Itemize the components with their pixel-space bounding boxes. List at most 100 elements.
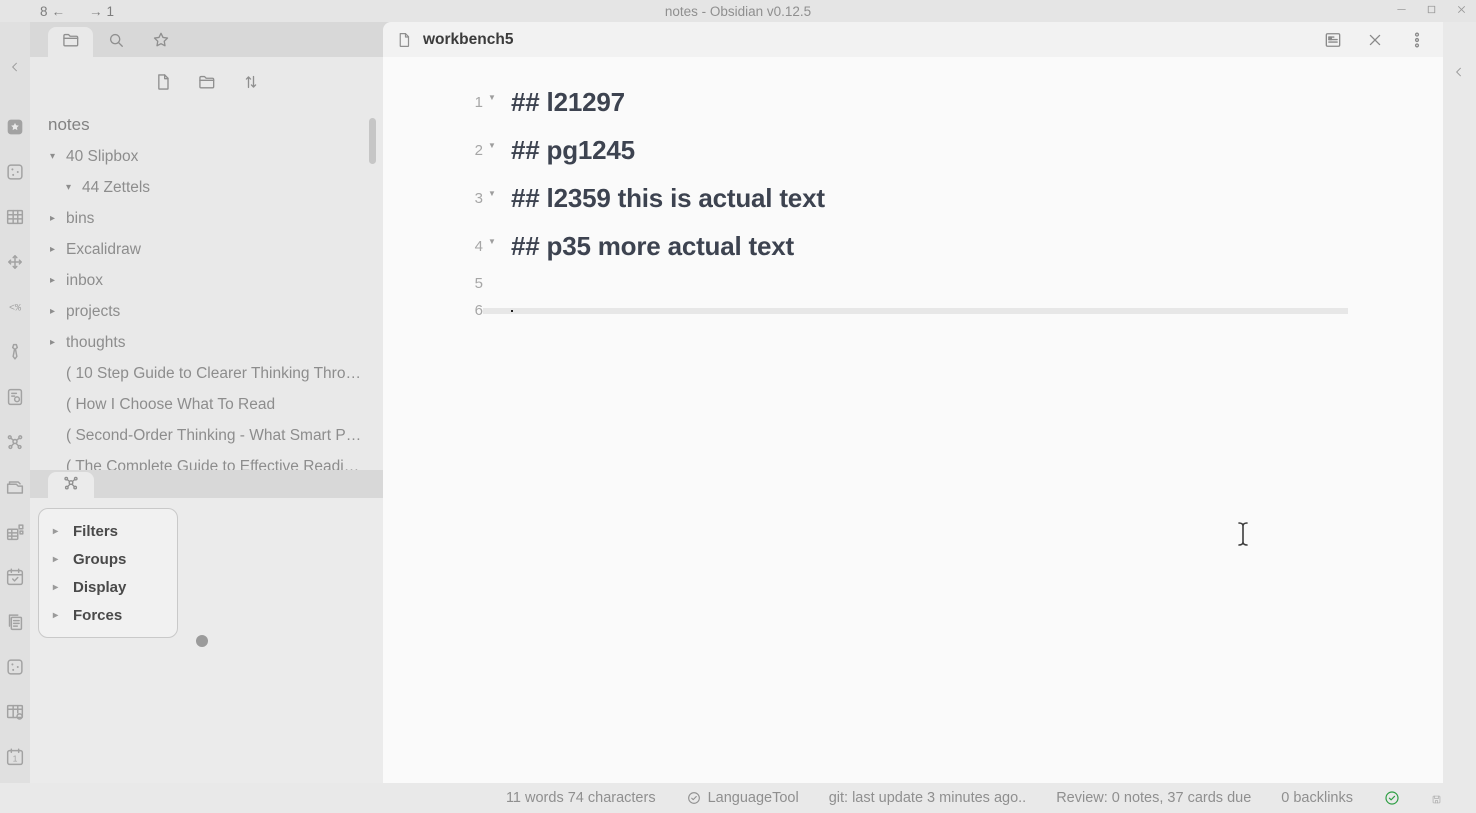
fold-caret-icon[interactable]: ▼ <box>483 237 499 246</box>
line-number: 6 <box>383 302 483 319</box>
tree-item-label: inbox <box>66 272 103 290</box>
graph-section-groups[interactable]: ▸Groups <box>39 545 177 573</box>
pin-tie-icon[interactable] <box>4 341 26 363</box>
editor-content[interactable]: 1▼## l212972▼## pg12453▼## l2359 this is… <box>383 57 1443 783</box>
move-pane-icon[interactable] <box>4 251 26 273</box>
obsidian-window: 8 ← → 1 notes - Obsidian v0.12.5 <%1 not… <box>0 0 1476 813</box>
blocks-grid-icon[interactable] <box>4 521 26 543</box>
caret-right-icon[interactable]: ▸ <box>50 244 66 255</box>
fold-caret-icon[interactable]: ▼ <box>483 141 499 150</box>
duplicate-note-icon[interactable] <box>4 611 26 633</box>
editor-line-1[interactable]: 1▼## l21297 <box>383 78 1443 126</box>
folder-tree-item[interactable]: ▸bins <box>30 203 383 234</box>
chevron-left-icon <box>8 61 22 78</box>
git-status[interactable]: git: last update 3 minutes ago.. <box>829 790 1027 806</box>
file-tree: ▾40 Slipbox▾44 Zettels▸bins▸Excalidraw▸i… <box>30 141 383 470</box>
tab-starred[interactable] <box>138 27 183 57</box>
caret-right-icon[interactable]: ▸ <box>50 337 66 348</box>
table-icon[interactable] <box>4 206 26 228</box>
backlinks-count[interactable]: 0 backlinks <box>1281 790 1353 806</box>
line-text: ## p35 more actual text <box>499 231 794 262</box>
reading-view-button[interactable] <box>1323 30 1343 50</box>
new-note-button[interactable] <box>153 72 173 92</box>
graph-section-forces[interactable]: ▸Forces <box>39 601 177 629</box>
review-status[interactable]: Review: 0 notes, 37 cards due <box>1056 790 1251 806</box>
editor-line-4[interactable]: 4▼## p35 more actual text <box>383 222 1443 270</box>
graph-controls-card: ▸Filters▸Groups▸Display▸Forces <box>38 508 178 638</box>
caret-right-icon[interactable]: ▸ <box>50 306 66 317</box>
collapse-left-sidebar-button[interactable] <box>8 60 22 74</box>
file-tree-item[interactable]: ( Second-Order Thinking - What Smart Pe… <box>30 420 383 451</box>
templater-icon[interactable]: <% <box>4 296 26 318</box>
random-note-icon[interactable] <box>4 161 26 183</box>
sync-ok-check-icon[interactable] <box>1383 789 1401 807</box>
editor-line-6[interactable]: 6 <box>383 297 1443 324</box>
caret-right-icon[interactable]: ▸ <box>50 213 66 224</box>
maximize-button[interactable] <box>1424 4 1438 18</box>
tab-file-explorer[interactable] <box>48 27 93 57</box>
close-button[interactable] <box>1454 4 1468 18</box>
file-tree-item[interactable]: ( 10 Step Guide to Clearer Thinking Thro… <box>30 358 383 389</box>
line-body[interactable] <box>483 308 1348 314</box>
save-icon[interactable] <box>1431 793 1442 804</box>
new-file-icon <box>153 79 173 96</box>
editor-pane: workbench5 1▼## l212972▼## pg12453▼## l2… <box>383 22 1443 783</box>
folder-tree-item[interactable]: ▸thoughts <box>30 327 383 358</box>
note-title: workbench5 <box>423 31 513 49</box>
line-body[interactable]: ▼## l2359 this is actual text <box>483 183 1348 214</box>
editor-line-3[interactable]: 3▼## l2359 this is actual text <box>383 174 1443 222</box>
folder-tree-item[interactable]: ▸Excalidraw <box>30 234 383 265</box>
tab-graph-view[interactable] <box>48 472 94 498</box>
status-bar: 11 words 74 characters LanguageTool git:… <box>0 783 1476 813</box>
file-tree-item[interactable]: ( How I Choose What To Read <box>30 389 383 420</box>
caret-right-icon[interactable]: ▸ <box>50 275 66 286</box>
languagetool-status[interactable]: LanguageTool <box>686 790 799 806</box>
graph-node[interactable] <box>196 635 208 647</box>
graph-view-icon[interactable] <box>4 431 26 453</box>
editor-line-2[interactable]: 2▼## pg1245 <box>383 126 1443 174</box>
close-pane-button[interactable] <box>1365 30 1385 50</box>
card-stack-icon[interactable] <box>4 476 26 498</box>
expand-right-sidebar-button[interactable] <box>1452 65 1466 79</box>
line-body[interactable]: ▼## l21297 <box>483 87 1348 118</box>
graph-section-filters[interactable]: ▸Filters <box>39 517 177 545</box>
folder-tree-item[interactable]: ▸inbox <box>30 265 383 296</box>
graph-canvas[interactable]: ▸Filters▸Groups▸Display▸Forces <box>30 498 383 783</box>
editor-pane-header: workbench5 <box>383 22 1443 57</box>
new-folder-button[interactable] <box>197 72 217 92</box>
right-sidebar-collapsed <box>1443 22 1476 783</box>
check-circle-icon <box>686 790 702 806</box>
graph-section-display[interactable]: ▸Display <box>39 573 177 601</box>
tab-search[interactable] <box>93 27 138 57</box>
chevron-left-icon <box>1452 66 1466 83</box>
text-caret <box>511 310 513 312</box>
explorer-scrollbar-thumb[interactable] <box>369 118 376 164</box>
random-note-2-icon[interactable] <box>4 656 26 678</box>
caret-down-icon[interactable]: ▾ <box>50 151 66 162</box>
export-note-icon[interactable] <box>4 386 26 408</box>
file-tree-item[interactable]: ( The Complete Guide to Effective Readi… <box>30 451 383 470</box>
calendar-check-icon[interactable] <box>4 566 26 588</box>
folder-tree-item[interactable]: ▸projects <box>30 296 383 327</box>
window-controls <box>1394 0 1468 22</box>
tree-item-label: 44 Zettels <box>82 179 150 197</box>
star-icon <box>151 30 171 55</box>
folder-tree-item[interactable]: ▾44 Zettels <box>30 172 383 203</box>
starred-box-icon[interactable] <box>4 116 26 138</box>
folder-tree-item[interactable]: ▾40 Slipbox <box>30 141 383 172</box>
line-body[interactable] <box>483 281 1348 287</box>
more-options-button[interactable] <box>1407 30 1427 50</box>
table-settings-icon[interactable] <box>4 701 26 723</box>
tree-item-label: ( How I Choose What To Read <box>66 396 275 414</box>
caret-down-icon[interactable]: ▾ <box>66 182 82 193</box>
line-text: ## l2359 this is actual text <box>499 183 825 214</box>
tree-item-label: ( The Complete Guide to Effective Readi… <box>66 458 359 471</box>
line-body[interactable]: ▼## p35 more actual text <box>483 231 1348 262</box>
fold-caret-icon[interactable]: ▼ <box>483 189 499 198</box>
line-body[interactable]: ▼## pg1245 <box>483 135 1348 166</box>
fold-caret-icon[interactable]: ▼ <box>483 93 499 102</box>
minimize-button[interactable] <box>1394 4 1408 18</box>
sort-order-button[interactable] <box>241 72 261 92</box>
daily-note-icon[interactable]: 1 <box>4 746 26 768</box>
editor-line-5[interactable]: 5 <box>383 270 1443 297</box>
